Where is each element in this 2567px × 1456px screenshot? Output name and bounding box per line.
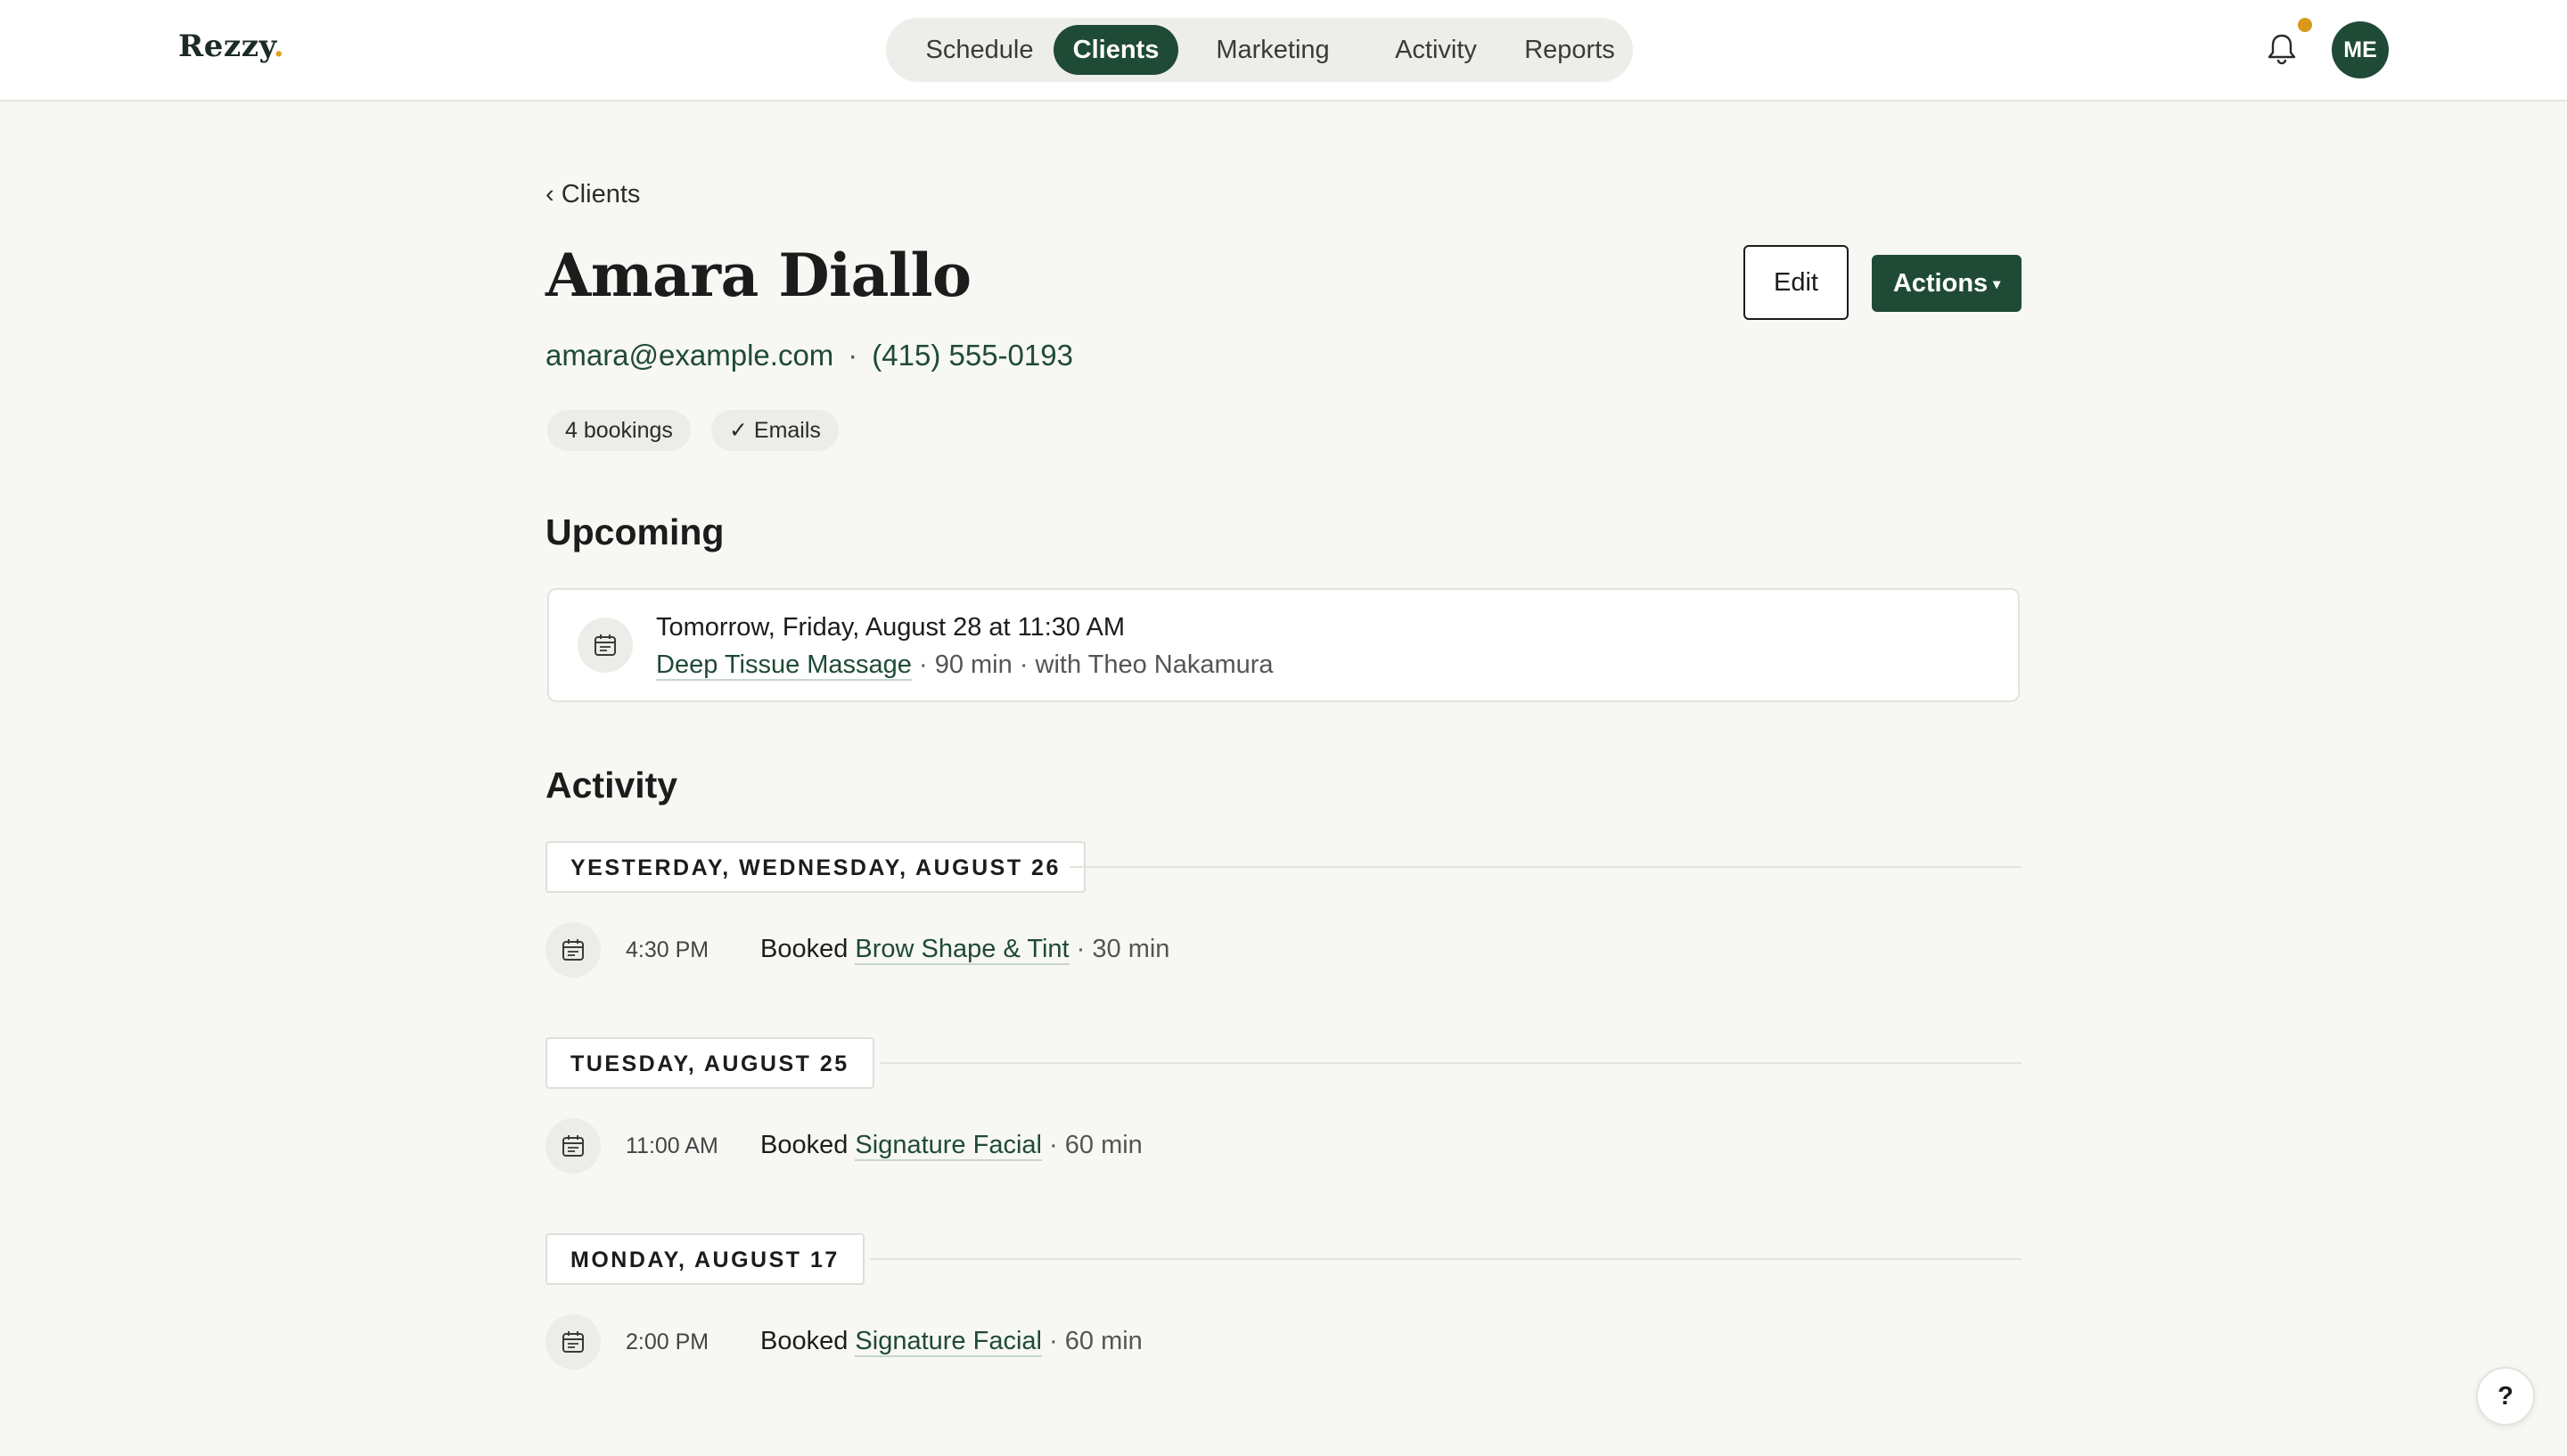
calendar-icon	[545, 922, 601, 977]
activity-heading: Activity	[545, 765, 678, 806]
activity-time: 2:00 PM	[626, 1329, 709, 1354]
activity-meta: · 30 min	[1076, 935, 1170, 963]
logo-text: Rezzy	[178, 29, 274, 64]
service-link[interactable]: Deep Tissue Massage	[656, 650, 912, 681]
nav-item-marketing[interactable]: Marketing	[1185, 25, 1360, 75]
calendar-icon	[545, 1118, 601, 1174]
email-link[interactable]: amara@example.com	[545, 339, 833, 372]
activity-meta: · 60 min	[1049, 1327, 1143, 1355]
date-label: TUESDAY, AUGUST 25	[545, 1037, 874, 1089]
date-divider: MONDAY, AUGUST 17	[545, 1233, 2022, 1285]
service-link[interactable]: Signature Facial	[855, 1327, 1042, 1357]
nav-item-reports[interactable]: Reports	[1505, 25, 1635, 75]
page-title: Amara Diallo	[545, 241, 972, 310]
actions-button-label: Actions	[1892, 268, 1989, 298]
top-bar: Rezzy. Schedule Clients Marketing Activi…	[0, 0, 2567, 102]
activity-meta: · 60 min	[1049, 1131, 1143, 1159]
appointment-datetime: Tomorrow, Friday, August 28 at 11:30 AM	[656, 613, 1126, 642]
breadcrumb-label: Clients	[561, 180, 641, 209]
activity-verb: Booked	[760, 1327, 849, 1355]
divider-line	[870, 1258, 2022, 1260]
activity-item: 11:00 AM Booked Signature Facial · 60 mi…	[545, 1117, 2022, 1174]
appointment-meta: · 90 min · with Theo Nakamura	[919, 650, 1274, 679]
main-nav: Schedule Clients Marketing Activity Repo…	[886, 18, 1633, 82]
activity-verb: Booked	[760, 1131, 849, 1159]
date-divider: TUESDAY, AUGUST 25	[545, 1037, 2022, 1089]
separator: ·	[848, 339, 858, 372]
logo-dot: .	[273, 29, 285, 64]
date-divider: YESTERDAY, WEDNESDAY, AUGUST 26	[545, 841, 2022, 893]
activity-time: 4:30 PM	[626, 937, 709, 962]
nav-item-clients[interactable]: Clients	[1054, 25, 1178, 75]
date-label: MONDAY, AUGUST 17	[545, 1233, 865, 1285]
edit-button[interactable]: Edit	[1743, 245, 1849, 320]
notification-dot	[2298, 18, 2312, 32]
breadcrumb[interactable]: ‹ Clients	[545, 180, 640, 209]
service-link[interactable]: Brow Shape & Tint	[855, 935, 1070, 965]
contact-info: amara@example.com · (415) 555-0193	[545, 339, 1073, 372]
activity-item: 2:00 PM Booked Signature Facial · 60 min	[545, 1313, 2022, 1370]
bell-icon[interactable]	[2266, 30, 2298, 66]
actions-button[interactable]: Actions ▾	[1872, 255, 2022, 312]
service-link[interactable]: Signature Facial	[855, 1131, 1042, 1161]
activity-text: Booked Brow Shape & Tint · 30 min	[760, 935, 1170, 965]
chevron-down-icon: ▾	[1993, 276, 2001, 292]
chevron-left-icon: ‹	[545, 180, 554, 209]
nav-item-schedule[interactable]: Schedule	[900, 25, 1059, 75]
date-label: YESTERDAY, WEDNESDAY, AUGUST 26	[545, 841, 1086, 893]
phone-link[interactable]: (415) 555-0193	[872, 339, 1073, 372]
help-button[interactable]: ?	[2476, 1367, 2535, 1426]
avatar[interactable]: ME	[2332, 21, 2389, 78]
activity-item: 4:30 PM Booked Brow Shape & Tint · 30 mi…	[545, 921, 2022, 978]
divider-line	[1070, 866, 2022, 868]
divider-line	[881, 1062, 2022, 1064]
activity-text: Booked Signature Facial · 60 min	[760, 1131, 1143, 1161]
activity-text: Booked Signature Facial · 60 min	[760, 1327, 1143, 1357]
appointment-details: Deep Tissue Massage · 90 min · with Theo…	[656, 650, 1274, 681]
activity-time: 11:00 AM	[626, 1133, 718, 1158]
bookings-badge: 4 bookings	[547, 410, 691, 451]
emails-badge: ✓ Emails	[711, 410, 839, 451]
upcoming-appointment-card[interactable]: Tomorrow, Friday, August 28 at 11:30 AM …	[547, 588, 2020, 702]
nav-item-activity[interactable]: Activity	[1362, 25, 1510, 75]
calendar-icon	[545, 1314, 601, 1370]
logo[interactable]: Rezzy.	[178, 29, 284, 64]
activity-verb: Booked	[760, 935, 849, 963]
upcoming-heading: Upcoming	[545, 511, 725, 552]
calendar-icon	[578, 618, 633, 673]
